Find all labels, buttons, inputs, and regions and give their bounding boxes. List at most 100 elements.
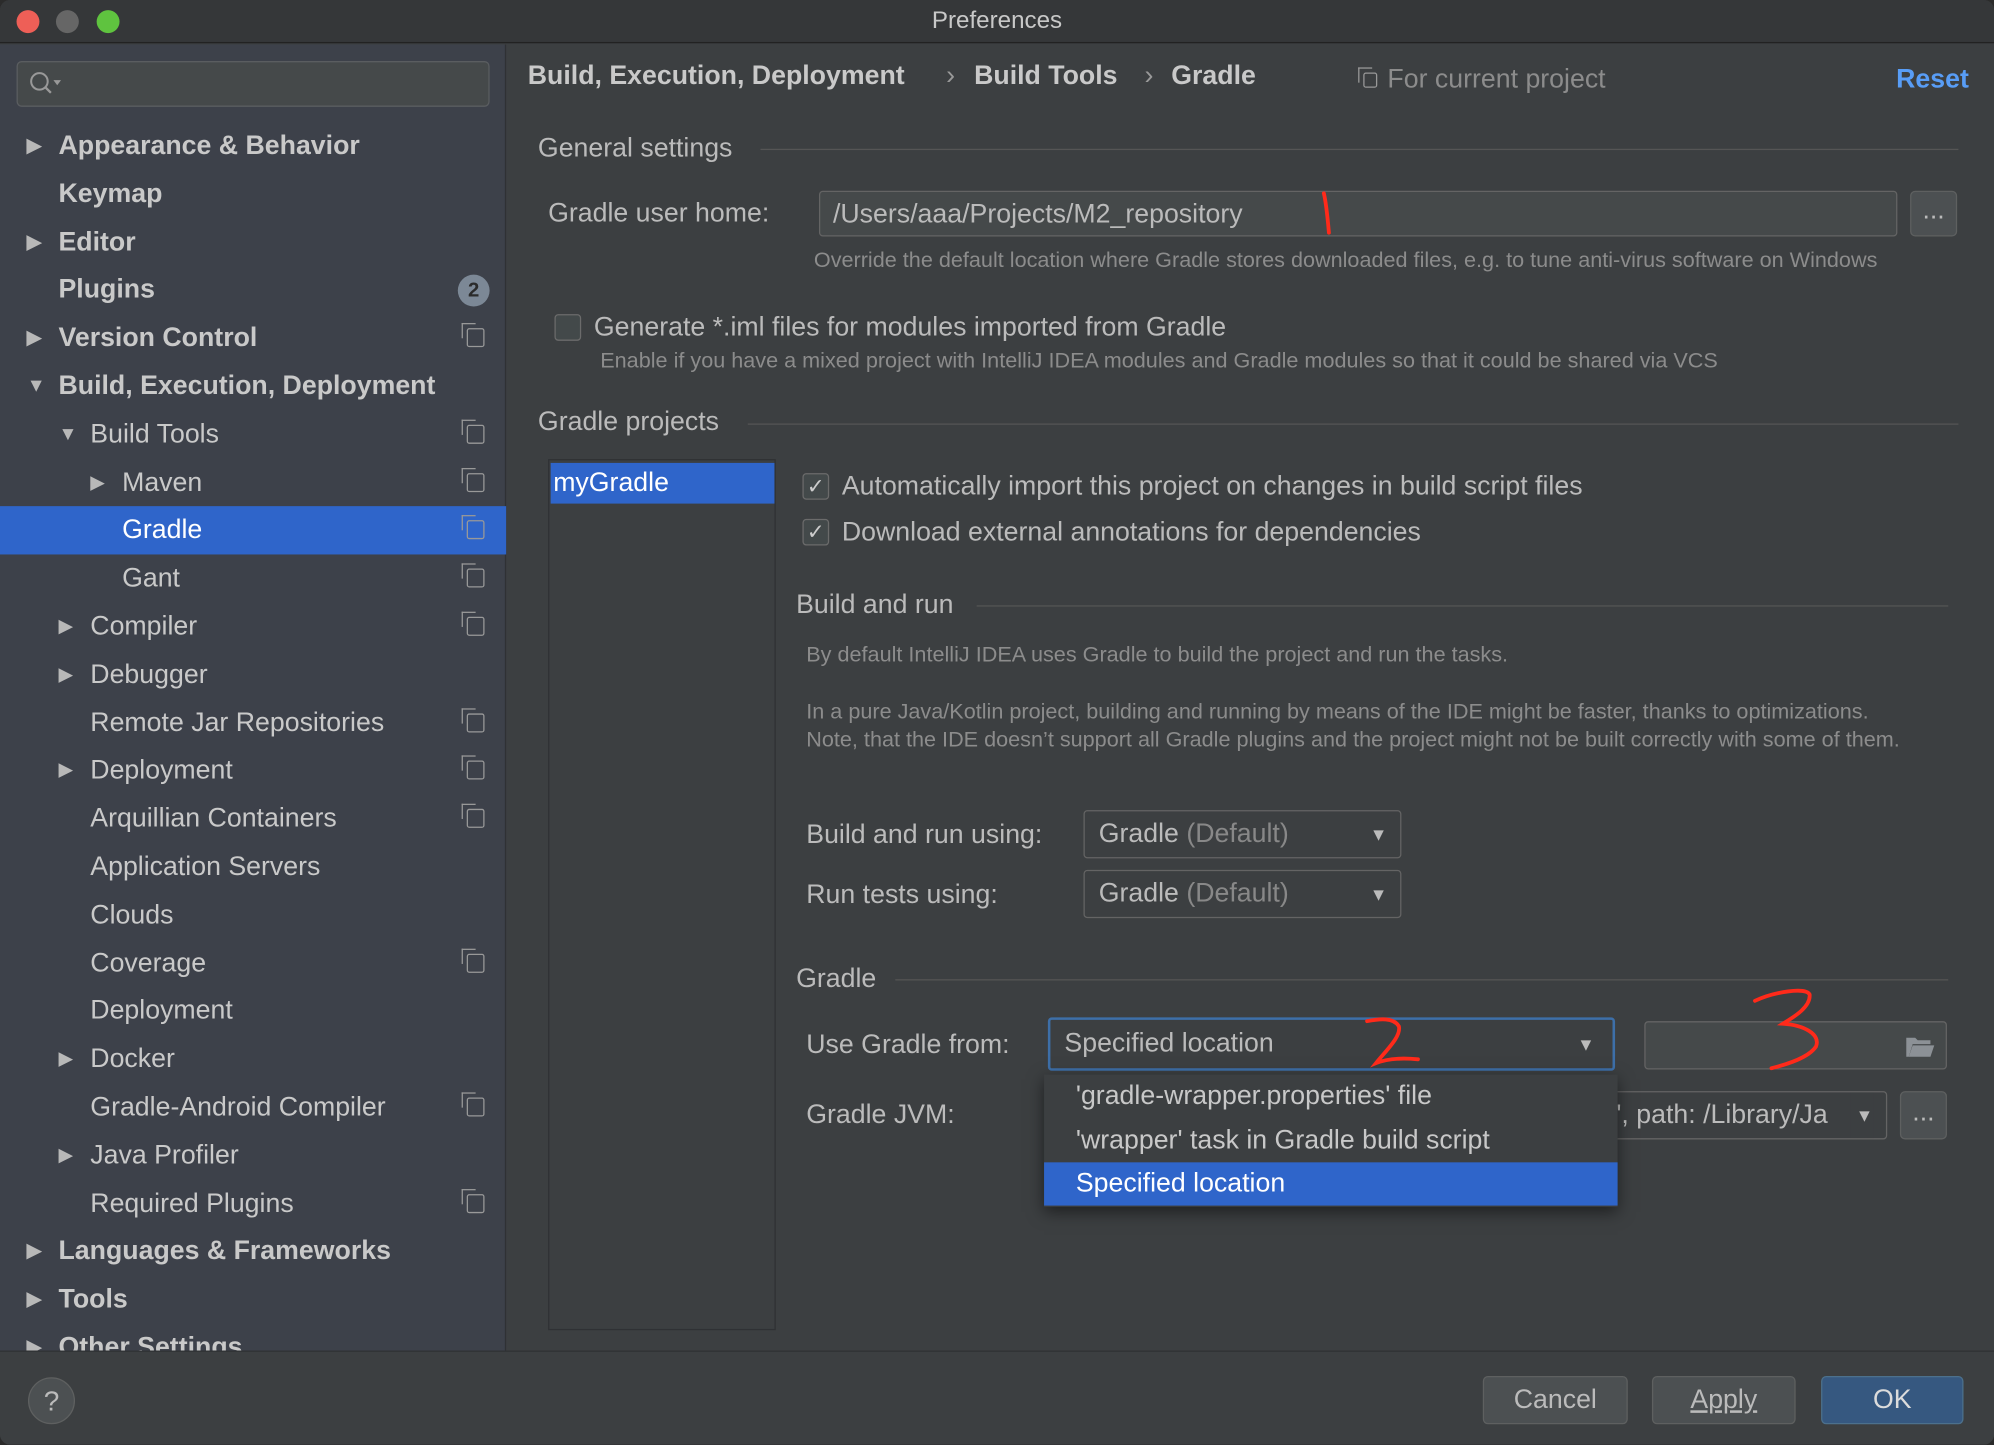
gradle-jvm-select[interactable]: ', path: /Library/Ja ▼ (1589, 1091, 1888, 1140)
divider (895, 979, 1949, 981)
chevron-right-icon[interactable]: ▶ (27, 1228, 42, 1276)
chevron-right-icon[interactable]: ▶ (27, 1276, 42, 1324)
sidebar-item-version-control[interactable]: ▶ Version Control (0, 314, 506, 362)
breadcrumb-item[interactable]: Build Tools (974, 61, 1117, 92)
sidebar-item-arquillian-containers[interactable]: Arquillian Containers (0, 795, 506, 843)
sidebar-item-keymap[interactable]: Keymap (0, 170, 506, 218)
chevron-right-icon[interactable]: ▶ (58, 1132, 73, 1180)
generate-iml-hint: Enable if you have a mixed project with … (600, 348, 1718, 373)
breadcrumb-separator: › (1144, 61, 1154, 91)
option-wrapper-task[interactable]: 'wrapper' task in Gradle build script (1044, 1119, 1618, 1162)
build-run-using-label: Build and run using: (806, 820, 1043, 850)
generate-iml-checkbox[interactable] (554, 314, 582, 341)
sidebar-item-tools[interactable]: ▶ Tools (0, 1276, 506, 1324)
project-scope-icon (461, 515, 485, 540)
sidebar-item-appearance-behavior[interactable]: ▶ Appearance & Behavior (0, 122, 506, 170)
reset-link[interactable]: Reset (1896, 65, 1969, 96)
select-value: Gradle (1098, 878, 1179, 908)
sidebar-item-plugins[interactable]: Plugins 2 (0, 266, 506, 314)
build-run-using-select[interactable]: Gradle (Default) ▼ (1083, 810, 1402, 859)
sidebar-item-gradle[interactable]: Gradle (0, 506, 507, 555)
select-default: (Default) (1186, 878, 1289, 908)
use-gradle-from-select[interactable]: Specified location ▼ (1047, 1017, 1616, 1071)
sidebar-item-gant[interactable]: Gant (0, 555, 506, 603)
browse-user-home-button[interactable]: ... (1910, 190, 1958, 237)
project-scope-icon (461, 1188, 485, 1213)
sidebar-item-compiler[interactable]: ▶ Compiler (0, 603, 506, 651)
sidebar-item-gradle-android-compiler[interactable]: Gradle-Android Compiler (0, 1083, 506, 1131)
maximize-window-button[interactable] (96, 10, 120, 34)
download-annotations-label[interactable]: Download external annotations for depend… (842, 518, 1421, 549)
download-annotations-checkbox[interactable]: ✓ (802, 518, 830, 546)
chevron-right-icon[interactable]: ▶ (58, 1035, 73, 1083)
project-scope-icon (461, 948, 485, 973)
chevron-right-icon[interactable]: ▶ (27, 122, 42, 170)
auto-import-label[interactable]: Automatically import this project on cha… (842, 472, 1583, 503)
section-title-general: General settings (537, 133, 733, 163)
gradle-user-home-input[interactable]: /Users/aaa/Projects/M2_repository (818, 190, 1898, 237)
chevron-down-icon: ▼ (1369, 824, 1388, 845)
sidebar-item-label: Languages & Frameworks (58, 1236, 391, 1266)
option-gradle-wrapper-properties[interactable]: 'gradle-wrapper.properties' file (1044, 1075, 1618, 1118)
sidebar-item-remote-jar-repositories[interactable]: Remote Jar Repositories (0, 699, 506, 747)
chevron-down-icon[interactable]: ▼ (58, 411, 77, 459)
sidebar-item-clouds[interactable]: Clouds (0, 891, 506, 939)
chevron-right-icon[interactable]: ▶ (58, 651, 73, 699)
sidebar-item-build-tools[interactable]: ▼ Build Tools (0, 411, 506, 459)
chevron-right-icon[interactable]: ▶ (58, 603, 73, 651)
sidebar-item-maven[interactable]: ▶ Maven (0, 459, 506, 507)
sidebar-item-application-servers[interactable]: Application Servers (0, 843, 506, 891)
project-scope-icon (461, 323, 485, 348)
apply-button[interactable]: Apply (1651, 1375, 1796, 1425)
section-title-projects: Gradle projects (537, 406, 720, 437)
folder-icon[interactable] (1905, 1035, 1936, 1058)
sidebar-item-label: Maven (122, 467, 203, 497)
sidebar-item-languages-frameworks[interactable]: ▶ Languages & Frameworks (0, 1228, 506, 1276)
sidebar-item-editor[interactable]: ▶ Editor (0, 218, 506, 266)
project-item-mygradle[interactable]: myGradle (550, 462, 775, 504)
chevron-right-icon[interactable]: ▶ (27, 314, 42, 362)
help-button[interactable]: ? (27, 1377, 76, 1425)
sidebar-item-coverage[interactable]: Coverage (0, 939, 506, 987)
sidebar-item-label: Arquillian Containers (90, 803, 337, 834)
project-scope-icon (461, 419, 485, 444)
option-specified-location[interactable]: Specified location (1044, 1162, 1618, 1206)
auto-import-checkbox[interactable]: ✓ (802, 473, 830, 500)
run-tests-using-select[interactable]: Gradle (Default) ▼ (1083, 869, 1402, 919)
sidebar-item-label: Deployment (90, 996, 233, 1026)
sidebar-item-java-profiler[interactable]: ▶ Java Profiler (0, 1132, 506, 1180)
chevron-right-icon[interactable]: ▶ (58, 747, 73, 795)
update-count-badge: 2 (457, 275, 490, 307)
breadcrumb-item: Gradle (1171, 61, 1256, 91)
chevron-down-icon: ▼ (1577, 1033, 1595, 1055)
section-title-build-run: Build and run (796, 590, 954, 620)
chevron-down-icon[interactable]: ▼ (27, 362, 46, 410)
gradle-user-home-value: /Users/aaa/Projects/M2_repository (832, 199, 1243, 229)
select-value: ', path: /Library/Ja (1616, 1100, 1828, 1130)
gradle-projects-list: myGradle (548, 459, 776, 1331)
gradle-jvm-label: Gradle JVM: (806, 1100, 955, 1130)
sidebar-item-label: Deployment (90, 755, 233, 786)
gradle-location-input[interactable] (1644, 1021, 1947, 1070)
sidebar-item-label: Build, Execution, Deployment (58, 371, 436, 401)
chevron-right-icon[interactable]: ▶ (90, 459, 105, 507)
sidebar-item-deployment[interactable]: Deployment (0, 987, 506, 1035)
breadcrumb-item[interactable]: Build, Execution, Deployment (528, 61, 905, 92)
sidebar-item-deployment[interactable]: ▶ Deployment (0, 747, 506, 795)
title-bar: Preferences (0, 0, 1994, 44)
sidebar-item-required-plugins[interactable]: Required Plugins (0, 1180, 506, 1228)
close-window-button[interactable] (16, 10, 40, 34)
cancel-button[interactable]: Cancel (1482, 1375, 1628, 1425)
gradle-user-home-label: Gradle user home: (548, 198, 770, 228)
search-input[interactable] (16, 61, 490, 107)
chevron-right-icon[interactable]: ▶ (27, 218, 42, 266)
sidebar-item-debugger[interactable]: ▶ Debugger (0, 651, 506, 699)
generate-iml-label[interactable]: Generate *.iml files for modules importe… (594, 313, 1226, 344)
browse-jvm-button[interactable]: ... (1899, 1091, 1947, 1140)
sidebar-item-docker[interactable]: ▶ Docker (0, 1035, 506, 1083)
sidebar-item-build-execution-deployment[interactable]: ▼ Build, Execution, Deployment (0, 362, 506, 410)
ok-button[interactable]: OK (1821, 1375, 1964, 1425)
minimize-window-button[interactable] (55, 10, 79, 34)
divider (747, 423, 1959, 425)
sidebar-item-label: Appearance & Behavior (58, 130, 360, 161)
